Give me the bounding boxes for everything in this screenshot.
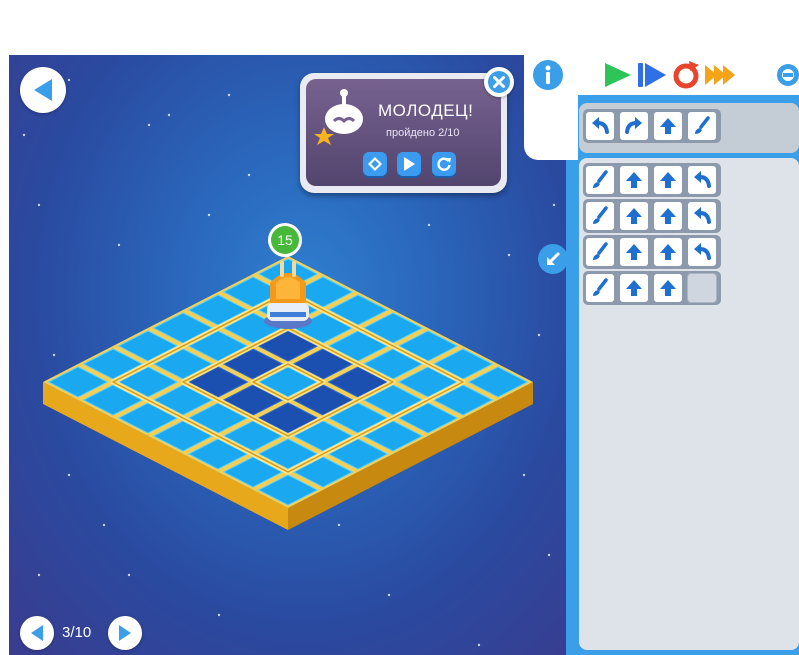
paint-brush-icon <box>695 116 710 134</box>
command-forward[interactable] <box>653 201 683 231</box>
command-paint[interactable] <box>585 237 615 267</box>
map-icon <box>368 157 382 171</box>
arrow-down-left-icon <box>547 252 560 265</box>
prev-level-button[interactable] <box>20 616 54 650</box>
restart-button[interactable] <box>432 152 456 176</box>
command-forward[interactable] <box>619 201 649 231</box>
turn-left-icon <box>592 117 609 134</box>
play-icon <box>404 157 415 171</box>
turn-left-icon <box>694 171 711 188</box>
turn-right-icon <box>625 117 642 134</box>
paint-brush-icon <box>593 170 608 188</box>
command-forward[interactable] <box>619 237 649 267</box>
arrow-left-icon <box>31 625 43 641</box>
play-icon <box>605 63 631 87</box>
turn-left-icon <box>694 207 711 224</box>
command-paint[interactable] <box>585 273 615 303</box>
back-button[interactable] <box>20 67 66 113</box>
arrow-up-icon <box>660 244 676 260</box>
collapse-panel-button[interactable] <box>538 244 568 274</box>
command-forward[interactable] <box>619 165 649 195</box>
fast-forward-icon <box>705 65 735 85</box>
command-turn-left[interactable] <box>687 237 717 267</box>
arrow-left-icon <box>34 79 52 101</box>
arrow-up-icon <box>660 172 676 188</box>
arrow-up-icon <box>626 172 642 188</box>
reset-button[interactable] <box>671 60 701 90</box>
paint-brush-icon <box>593 278 608 296</box>
step-button[interactable] <box>637 62 667 88</box>
level-indicator: 3/10 <box>62 624 92 641</box>
command-paint[interactable] <box>585 165 615 195</box>
command-paint[interactable] <box>585 201 615 231</box>
restart-icon <box>437 157 451 171</box>
fast-forward-button[interactable] <box>704 62 738 88</box>
step-counter-value: 15 <box>271 226 299 254</box>
gear-icon <box>777 64 799 86</box>
info-button[interactable] <box>533 60 563 90</box>
success-popup: МОЛОДЕЦ! пройдено 2/10 <box>300 73 507 193</box>
command-turn-left[interactable] <box>687 165 717 195</box>
arrow-right-icon <box>119 625 131 641</box>
empty-slot[interactable] <box>687 273 717 303</box>
paint-brush-icon <box>593 206 608 224</box>
close-popup-button[interactable] <box>484 67 514 97</box>
arrow-up-icon <box>660 118 676 134</box>
run-button[interactable] <box>603 62 633 88</box>
robot-avatar-icon <box>314 89 363 145</box>
arrow-up-icon <box>660 208 676 224</box>
map-button[interactable] <box>363 152 387 176</box>
command-paint[interactable] <box>687 111 717 141</box>
arrow-up-icon <box>660 280 676 296</box>
close-icon <box>488 71 510 93</box>
command-forward[interactable] <box>653 111 683 141</box>
step-counter: 15 <box>268 223 302 257</box>
command-turn-left[interactable] <box>687 201 717 231</box>
turn-left-icon <box>694 243 711 260</box>
command-turn-left[interactable] <box>585 111 615 141</box>
command-forward[interactable] <box>653 165 683 195</box>
paint-brush-icon <box>593 242 608 260</box>
reset-icon <box>673 61 699 89</box>
settings-button[interactable] <box>775 61 799 89</box>
popup-title: МОЛОДЕЦ! <box>378 101 474 120</box>
arrow-up-icon <box>626 208 642 224</box>
step-icon <box>638 63 666 87</box>
arrow-up-icon <box>626 244 642 260</box>
info-icon <box>545 65 551 84</box>
arrow-up-icon <box>626 280 642 296</box>
robot-character <box>264 261 312 329</box>
command-turn-right[interactable] <box>619 111 649 141</box>
command-forward[interactable] <box>619 273 649 303</box>
popup-subtitle: пройдено 2/10 <box>386 127 460 139</box>
command-forward[interactable] <box>653 273 683 303</box>
replay-button[interactable] <box>397 152 421 176</box>
command-forward[interactable] <box>653 237 683 267</box>
next-level-button[interactable] <box>108 616 142 650</box>
